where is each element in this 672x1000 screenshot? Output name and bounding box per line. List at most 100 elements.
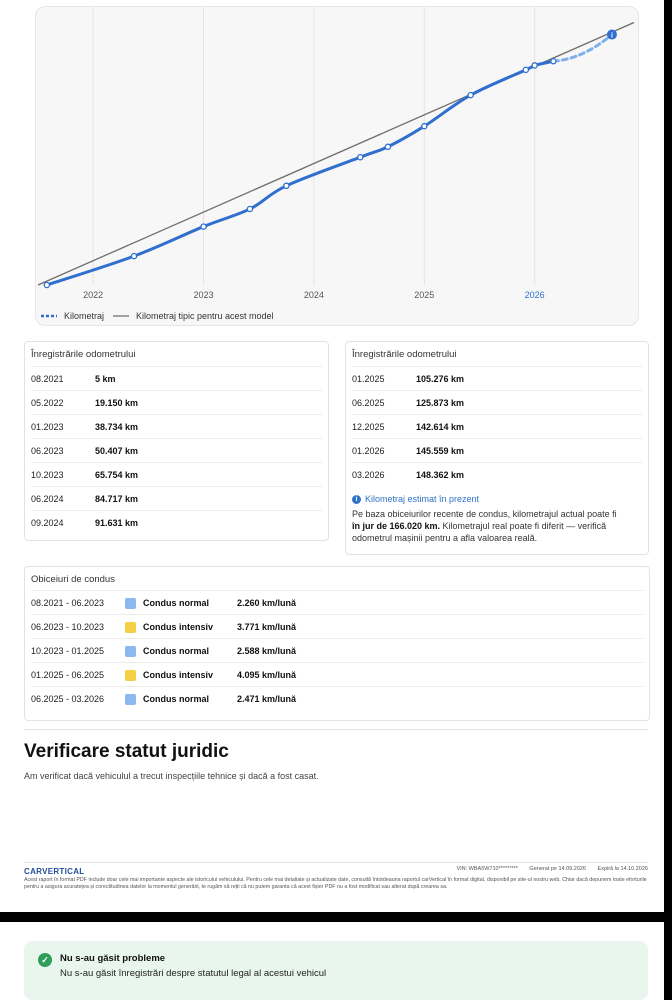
record-date: 01.2025 <box>352 374 385 384</box>
record-date: 06.2025 <box>352 398 385 408</box>
habit-rate: 3.771 km/lună <box>237 622 297 632</box>
check-icon: ✓ <box>38 953 52 967</box>
estimate-label: Kilometraj estimat în prezent <box>365 494 480 504</box>
estimate-heading[interactable]: i Kilometraj estimat în prezent <box>352 494 479 504</box>
status-ok-text: Nu s-au găsit înregistrări despre statut… <box>60 968 327 979</box>
mileage-estimate-line <box>551 33 614 63</box>
habit-type: Condus normal <box>143 694 210 704</box>
mileage-point <box>43 281 51 289</box>
report-page: 2022 2023 2024 2025 2026 i Kilometraj Kilomet… <box>0 0 664 912</box>
record-km: 38.734 km <box>95 422 139 432</box>
habit-type: Condus intensiv <box>143 670 214 680</box>
record-km: 142.614 km <box>416 422 465 432</box>
mileage-chart: 2022 2023 2024 2025 2026 i Kilometraj Kilomet… <box>35 6 639 326</box>
table-row: 06.2023 - 10.2023 Condus intensiv 3.771 km… <box>31 614 643 639</box>
record-date: 08.2021 <box>31 374 64 384</box>
table-row: 06.2025 125.873 km <box>352 390 642 415</box>
record-date: 06.2023 <box>31 446 64 456</box>
status-ok-box: ✓ Nu s-au găsit probleme Nu s-au găsit î… <box>24 941 648 1000</box>
x-tick-label: 2024 <box>304 290 324 300</box>
record-km: 84.717 km <box>95 494 139 504</box>
legend-mileage-label: Kilometraj <box>64 311 105 321</box>
x-tick-label: 2023 <box>194 290 214 300</box>
section-divider <box>24 729 648 730</box>
mileage-point <box>421 122 428 130</box>
x-tick-label: 2025 <box>414 290 434 300</box>
mileage-point <box>283 182 290 190</box>
estimate-bold: în jur de 166.020 km. <box>352 521 441 531</box>
table-row: 05.2022 19.150 km <box>31 390 322 415</box>
habit-period: 06.2025 - 03.2026 <box>31 694 105 704</box>
table-row: 01.2026 145.559 km <box>352 438 642 463</box>
x-tick-label: 2026 <box>525 290 545 300</box>
odometer-right-title: Înregistrările odometrului <box>352 349 457 360</box>
table-row: 12.2025 142.614 km <box>352 414 642 439</box>
legal-status-title: Verificare statut juridic <box>24 741 229 762</box>
driving-habits: Obiceiuri de condus 08.2021 - 06.2023 Con… <box>24 566 650 721</box>
habit-color-swatch <box>125 621 136 633</box>
mileage-point <box>550 57 557 65</box>
habit-rate: 2.588 km/lună <box>237 646 297 656</box>
mileage-point <box>522 66 530 74</box>
record-date: 09.2024 <box>31 518 64 528</box>
record-km: 5 km <box>95 374 116 384</box>
report-page-2: ✓ Nu s-au găsit probleme Nu s-au găsit î… <box>0 922 664 1000</box>
mileage-point <box>246 205 254 213</box>
habits-title: Obiceiuri de condus <box>31 574 115 585</box>
footer-generated: Generat pe 14.09.2026 <box>529 866 586 872</box>
table-row: 08.2021 - 06.2023 Condus normal 2.260 km/l… <box>31 590 643 615</box>
carvertical-logo: CARVERTICAL <box>24 867 85 876</box>
legend-typical: Kilometraj tipic pentru acest model <box>112 311 274 321</box>
record-km: 50.407 km <box>95 446 139 456</box>
record-date: 01.2023 <box>31 422 64 432</box>
legal-status-subtitle: Am verificat dacă vehiculul a trecut ins… <box>24 771 319 781</box>
mileage-line <box>45 59 555 287</box>
table-row: 03.2026 148.362 km <box>352 462 642 487</box>
habit-period: 10.2023 - 01.2025 <box>31 646 105 656</box>
mileage-chart-svg: 2022 2023 2024 2025 2026 i <box>37 7 635 300</box>
habit-color-swatch <box>125 645 136 657</box>
record-km: 148.362 km <box>416 470 465 480</box>
habit-color-swatch <box>125 669 136 681</box>
table-row: 06.2024 84.717 km <box>31 486 322 511</box>
footer-vin: VIN: WBA5W710********* <box>456 866 518 872</box>
legend-typical-label: Kilometraj tipic pentru acest model <box>136 311 274 321</box>
record-date: 06.2024 <box>31 494 64 504</box>
habit-color-swatch <box>125 693 136 705</box>
record-km: 91.631 km <box>95 518 139 528</box>
habit-rate: 2.260 km/lună <box>237 598 297 608</box>
mileage-point <box>531 62 538 69</box>
record-km: 65.754 km <box>95 470 139 480</box>
estimate-text: Pe baza obiceiurilor recente de condus, … <box>352 508 627 544</box>
report-footer: CARVERTICAL VIN: WBA5W710********* Gener… <box>24 862 648 890</box>
habit-period: 01.2025 - 06.2025 <box>31 670 105 680</box>
mileage-point <box>357 153 364 161</box>
habit-period: 06.2023 - 10.2023 <box>31 622 105 632</box>
footer-disclaimer: Acest raport în format PDF include doar … <box>24 877 647 890</box>
record-date: 03.2026 <box>352 470 385 480</box>
info-icon: i <box>611 33 613 40</box>
record-date: 10.2023 <box>31 470 64 480</box>
table-row: 01.2025 105.276 km <box>352 366 642 391</box>
habit-type: Condus normal <box>143 598 210 608</box>
record-date: 05.2022 <box>31 398 64 408</box>
estimate-pre: Pe baza obiceiurilor recente de condus, … <box>352 509 617 519</box>
info-icon: i <box>352 494 361 504</box>
table-row: 01.2023 38.734 km <box>31 414 322 439</box>
record-km: 19.150 km <box>95 398 139 408</box>
record-km: 125.873 km <box>416 398 465 408</box>
habit-rate: 4.095 km/lună <box>237 670 297 680</box>
footer-expires: Expiră la 14.10.2026 <box>597 866 648 872</box>
odometer-records-left: Înregistrările odometrului 08.2021 5 km 05… <box>24 341 329 541</box>
habit-period: 08.2021 - 06.2023 <box>31 598 105 608</box>
habit-rate: 2.471 km/lună <box>237 694 297 704</box>
habit-type: Condus intensiv <box>143 622 214 632</box>
table-row: 10.2023 - 01.2025 Condus normal 2.588 km/l… <box>31 638 643 663</box>
table-row: 06.2025 - 03.2026 Condus normal 2.471 km/l… <box>31 686 643 711</box>
footer-meta: VIN: WBA5W710********* Generat pe 14.09.… <box>446 866 648 872</box>
mileage-point <box>200 223 207 230</box>
mileage-point <box>384 143 392 151</box>
mileage-point <box>130 252 138 260</box>
status-ok-title: Nu s-au găsit probleme <box>60 953 166 964</box>
legend-mileage: Kilometraj <box>40 311 104 321</box>
